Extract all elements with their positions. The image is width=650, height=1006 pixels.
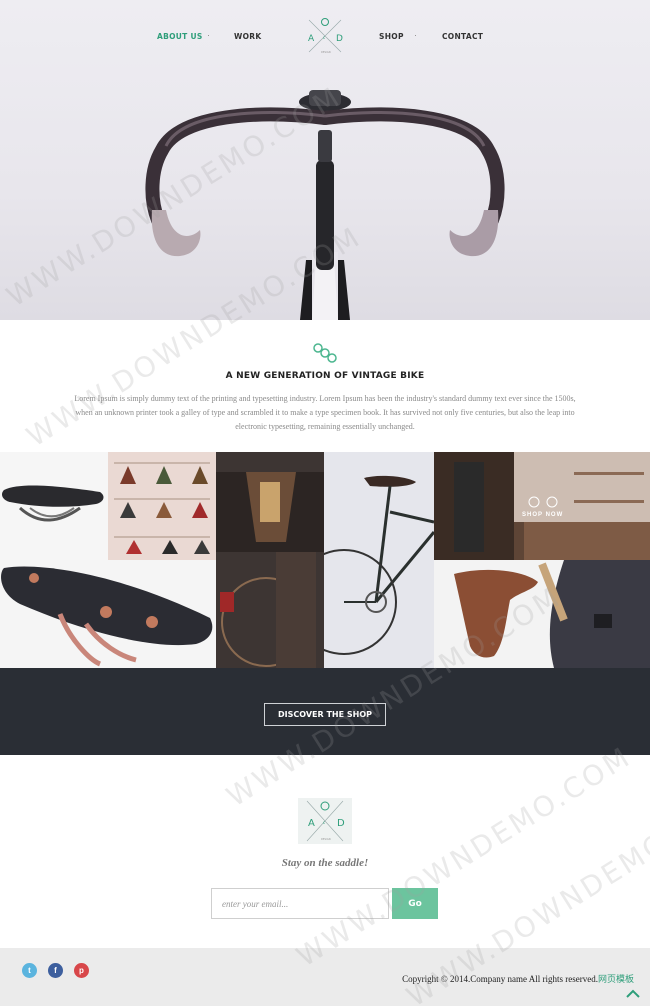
discover-band: DISCOVER THE SHOP xyxy=(0,668,650,755)
nav-about-us[interactable]: ABOUT US xyxy=(157,32,203,41)
svg-text:D: D xyxy=(336,34,343,44)
svg-text:A: A xyxy=(308,34,315,44)
svg-text:DESIGN: DESIGN xyxy=(321,50,331,54)
nav-separator: · xyxy=(207,30,210,40)
gallery-shop-interior[interactable]: SHOP NOW xyxy=(434,452,650,560)
svg-text:c: c xyxy=(323,820,325,825)
nav-separator: · xyxy=(414,30,417,40)
go-button[interactable]: Go xyxy=(392,888,438,919)
svg-text:c: c xyxy=(323,35,325,40)
hero-section: ABOUT US · WORK A D c DESIGN SHOP · CONT… xyxy=(0,0,650,320)
bike-gears-icon xyxy=(313,343,337,363)
newsletter-section: A D c DESIGN Stay on the saddle! Go xyxy=(0,755,650,948)
intro-title: A NEW GENERATION OF VINTAGE BIKE xyxy=(225,371,425,381)
discover-shop-button[interactable]: DISCOVER THE SHOP xyxy=(264,703,386,726)
svg-text:DESIGN: DESIGN xyxy=(321,837,331,841)
copyright-text: Copyright © 2014.Company name All rights… xyxy=(402,972,634,985)
gallery-saddle-closeup[interactable] xyxy=(0,560,216,668)
twitter-icon[interactable]: t xyxy=(22,963,37,978)
pinterest-icon[interactable]: p xyxy=(74,963,89,978)
facebook-icon[interactable]: f xyxy=(48,963,63,978)
gallery-bike-bag[interactable] xyxy=(216,452,324,668)
hero-bike-image xyxy=(145,90,505,320)
intro-text: Lorem Ipsum is simply dummy text of the … xyxy=(74,394,576,431)
gallery-saddle-side[interactable] xyxy=(0,452,108,560)
gallery-brown-saddle[interactable] xyxy=(434,560,650,668)
email-input[interactable] xyxy=(211,888,389,919)
product-gallery: SHOP NOW xyxy=(0,452,650,668)
copyright-link[interactable]: 网页模板 xyxy=(598,974,634,984)
nav-shop[interactable]: SHOP xyxy=(379,32,404,41)
newsletter-logo: A D c DESIGN xyxy=(298,798,352,844)
svg-text:A: A xyxy=(308,818,315,829)
svg-text:D: D xyxy=(337,818,345,829)
shop-now-label[interactable]: SHOP NOW xyxy=(522,512,563,518)
top-navigation: ABOUT US · WORK A D c DESIGN SHOP · CONT… xyxy=(0,0,650,72)
footer: t f p Copyright © 2014.Company name All … xyxy=(0,948,650,1006)
nav-contact[interactable]: CONTACT xyxy=(442,32,483,41)
gallery-saddle-wall[interactable] xyxy=(108,452,216,560)
site-logo[interactable]: A D c DESIGN xyxy=(305,16,345,56)
newsletter-tagline: Stay on the saddle! xyxy=(281,857,369,869)
back-to-top-icon[interactable] xyxy=(626,988,640,998)
copyright-main: Copyright © 2014.Company name All rights… xyxy=(402,974,598,984)
nav-work[interactable]: WORK xyxy=(234,32,261,41)
gallery-bike-frame[interactable] xyxy=(324,452,434,668)
intro-section: A NEW GENERATION OF VINTAGE BIKE Lorem I… xyxy=(0,320,650,452)
